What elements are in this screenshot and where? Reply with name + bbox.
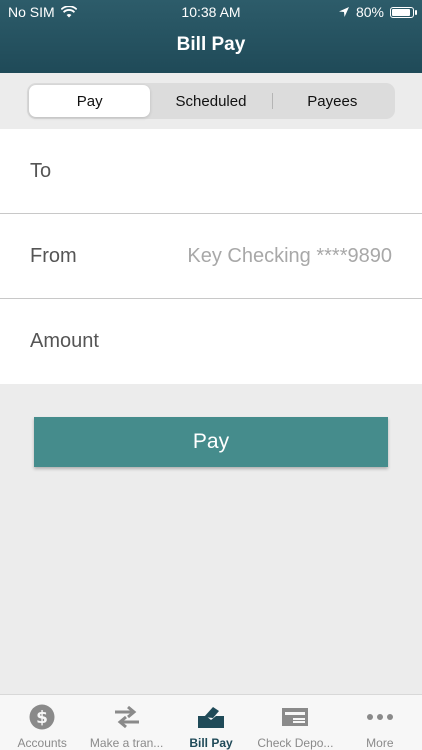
nav-bar: No SIM 10:38 AM 80% Bill Pay (0, 0, 422, 73)
amount-field[interactable]: Amount (0, 299, 422, 384)
tab-more[interactable]: More (338, 695, 422, 750)
page-title: Bill Pay (176, 34, 246, 55)
location-arrow-icon (338, 7, 349, 17)
more-dots-icon (366, 703, 394, 731)
tab-label: Bill Pay (189, 736, 233, 750)
segment-scheduled[interactable]: Scheduled (150, 85, 271, 117)
from-label: From (30, 244, 77, 267)
dollar-circle-icon: $ (29, 703, 55, 731)
segment-pay[interactable]: Pay (29, 85, 151, 117)
amount-label: Amount (30, 330, 99, 352)
tab-label: Make a tran... (89, 736, 164, 750)
from-field[interactable]: From Key Checking ****9890 (0, 214, 422, 299)
payment-form: To From Key Checking ****9890 Amount (0, 129, 422, 384)
tab-label: More (366, 736, 394, 750)
from-account-value: Key Checking ****9890 (187, 244, 392, 267)
bill-pay-icon (197, 703, 225, 731)
battery-percent: 80% (355, 4, 384, 20)
status-bar: No SIM 10:38 AM 80% (0, 4, 422, 22)
segment-payees[interactable]: Payees (271, 85, 393, 117)
tab-check-deposit[interactable]: Check Depo... (253, 695, 337, 750)
pay-button[interactable]: Pay (34, 417, 388, 467)
status-right: 80% (338, 4, 417, 20)
tab-accounts[interactable]: $ Accounts (0, 695, 84, 750)
to-field[interactable]: To (0, 129, 422, 214)
tab-bill-pay[interactable]: Bill Pay (169, 695, 253, 750)
svg-text:$: $ (36, 708, 48, 728)
battery-icon (390, 6, 417, 18)
segmented-control: Pay Scheduled Payees (27, 83, 395, 119)
transfer-arrows-icon (113, 703, 141, 731)
tab-label: Check Depo... (257, 736, 334, 750)
check-deposit-icon (281, 703, 309, 731)
tab-bar: $ Accounts Make a tran... Bill Pay Check… (0, 694, 422, 750)
segment-bar: Pay Scheduled Payees (0, 73, 422, 129)
tab-transfer[interactable]: Make a tran... (84, 695, 168, 750)
to-label: To (30, 159, 52, 182)
tab-label: Accounts (17, 736, 67, 750)
